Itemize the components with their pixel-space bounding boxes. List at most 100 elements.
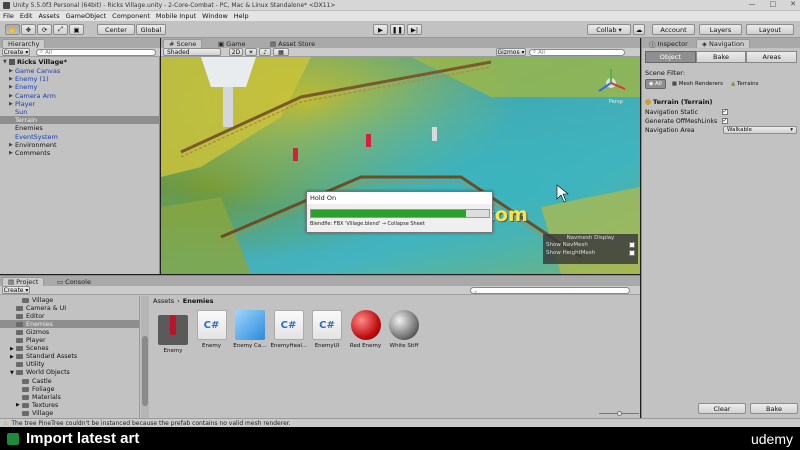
show-heightmesh-row[interactable]: Show HeightMesh	[543, 249, 638, 257]
project-folder-item[interactable]: Utility	[0, 361, 139, 369]
status-bar[interactable]: ⚠ The tree PineTree couldn't be instance…	[0, 418, 800, 427]
bake-button[interactable]: Bake	[750, 403, 798, 414]
account-dropdown[interactable]: Account	[652, 24, 695, 35]
project-folder-item[interactable]: Player	[0, 337, 139, 345]
orientation-gizmo[interactable]: Persp	[591, 67, 631, 109]
asset-item[interactable]: C# Enemy	[194, 310, 230, 349]
asset-item[interactable]: Red Enemy	[348, 310, 384, 349]
project-folder-item[interactable]: Castle	[0, 377, 139, 385]
project-folder-item[interactable]: Materials	[0, 393, 139, 401]
rotate-tool-button[interactable]: ⟳	[37, 24, 52, 35]
project-folder-item[interactable]: Editor	[0, 312, 139, 320]
pivot-center-button[interactable]: Center	[97, 24, 135, 35]
expand-arrow-icon[interactable]: ▶	[9, 142, 14, 148]
thumbnail-size-slider[interactable]	[599, 411, 639, 416]
hierarchy-item[interactable]: ▶ Enemy	[0, 83, 160, 91]
asset-item[interactable]: C# EnemyUI	[309, 310, 345, 349]
tab-scene[interactable]: # Scene	[163, 39, 203, 48]
expand-arrow-icon[interactable]: ▶	[9, 84, 14, 90]
expand-arrow-icon[interactable]: ▶	[9, 150, 14, 156]
project-folder-item[interactable]: Gizmos	[0, 328, 139, 336]
menu-window[interactable]: Window	[202, 12, 228, 20]
subtab-areas[interactable]: Areas	[746, 51, 798, 63]
project-folder-item[interactable]: Foliage	[0, 385, 139, 393]
project-create-button[interactable]: Create ▾	[2, 286, 30, 294]
filter-all-button[interactable]: ◆ All	[645, 79, 666, 89]
tab-hierarchy[interactable]: Hierarchy	[2, 39, 46, 48]
show-navmesh-checkbox[interactable]: ✓	[629, 242, 635, 248]
close-button[interactable]: ✕	[790, 0, 796, 8]
pivot-global-button[interactable]: Global	[136, 24, 166, 35]
scene-search-input[interactable]: ⌕ All	[529, 49, 625, 56]
hierarchy-item[interactable]: ▶ Enemy (1)	[0, 75, 160, 83]
breadcrumb-enemies[interactable]: Enemies	[183, 297, 214, 305]
tab-asset-store[interactable]: ▤ Asset Store	[265, 39, 320, 48]
subtab-bake[interactable]: Bake	[695, 51, 747, 63]
hierarchy-item[interactable]: Sun	[0, 108, 160, 116]
project-folder-item[interactable]: Village	[0, 296, 139, 304]
menu-assets[interactable]: Assets	[38, 12, 59, 20]
project-folder-item[interactable]: ▶ Scenes	[0, 345, 139, 353]
2d-toggle[interactable]: 2D	[229, 48, 243, 56]
menu-file[interactable]: File	[3, 12, 14, 20]
offmesh-checkbox[interactable]: ✓	[722, 118, 728, 124]
filter-mesh-renderers-button[interactable]: ▦ Mesh Renderers	[670, 80, 725, 88]
effects-dropdown[interactable]: ▦	[273, 48, 289, 56]
layout-dropdown[interactable]: Layout	[746, 24, 794, 35]
project-folder-item[interactable]: Camera & UI	[0, 304, 139, 312]
pause-button[interactable]: ❚❚	[390, 24, 405, 35]
menu-component[interactable]: Component	[112, 12, 150, 20]
hierarchy-item[interactable]: ▶ Player	[0, 100, 160, 108]
shading-mode-dropdown[interactable]: Shaded	[163, 48, 221, 56]
filter-terrains-button[interactable]: ▲ Terrains	[729, 80, 760, 88]
hierarchy-search-input[interactable]: ⌕ All	[36, 49, 156, 56]
project-search-input[interactable]: ⌕	[470, 287, 630, 296]
menu-help[interactable]: Help	[234, 12, 249, 20]
layers-dropdown[interactable]: Layers	[699, 24, 742, 35]
maximize-button[interactable]: □	[770, 0, 777, 8]
tab-inspector[interactable]: ⓘ Inspector	[644, 39, 693, 49]
minimize-button[interactable]: —	[749, 0, 756, 8]
asset-item[interactable]: White Stiff	[386, 310, 422, 349]
breadcrumb-assets[interactable]: Assets	[153, 297, 174, 305]
slider-thumb[interactable]	[617, 411, 622, 416]
expand-arrow-icon[interactable]: ▶	[9, 101, 14, 107]
show-heightmesh-checkbox[interactable]	[629, 250, 635, 256]
expand-arrow-icon[interactable]: ▶	[9, 93, 14, 99]
hand-tool-button[interactable]: ✋	[5, 24, 20, 35]
menu-mobile-input[interactable]: Mobile Input	[156, 12, 196, 20]
scrollbar-thumb[interactable]	[142, 336, 148, 406]
cloud-button[interactable]: ☁	[633, 24, 645, 35]
menu-edit[interactable]: Edit	[20, 12, 33, 20]
tab-console[interactable]: ▭ Console	[52, 277, 96, 286]
asset-item[interactable]: C# EnemyHeal…	[271, 310, 307, 349]
scene-viewport[interactable]: Persp Navmesh Display Show NavMesh ✓ Sho…	[161, 57, 640, 274]
move-tool-button[interactable]: ✥	[21, 24, 36, 35]
tab-navigation[interactable]: ◈ Navigation	[696, 39, 751, 48]
show-navmesh-row[interactable]: Show NavMesh ✓	[543, 241, 638, 249]
subtab-object[interactable]: Object	[645, 51, 696, 63]
hierarchy-item[interactable]: Terrain	[0, 116, 160, 125]
tab-game[interactable]: ▣ Game	[213, 39, 251, 48]
menu-gameobject[interactable]: GameObject	[66, 12, 107, 20]
audio-toggle[interactable]: ♪	[259, 48, 271, 56]
step-button[interactable]: ▶|	[407, 24, 422, 35]
hierarchy-scene-root[interactable]: ▼ Ricks Village*	[0, 58, 160, 66]
project-folder-item[interactable]: ▼ World Objects	[0, 369, 139, 377]
rect-tool-button[interactable]: ▣	[69, 24, 84, 35]
navigation-static-checkbox[interactable]: ✓	[722, 109, 728, 115]
project-folder-item[interactable]: ▶ Textures	[0, 401, 139, 409]
collab-button[interactable]: Collab ▾	[587, 24, 631, 35]
hierarchy-item[interactable]: ▶ Environment	[0, 141, 160, 149]
navigation-area-dropdown[interactable]: Walkable ▾	[723, 126, 797, 134]
project-folder-item[interactable]: ▶ Standard Assets	[0, 353, 139, 361]
expand-arrow-icon[interactable]: ▶	[9, 68, 14, 74]
hierarchy-item[interactable]: ▶ Game Canvas	[0, 67, 160, 75]
project-folder-item[interactable]: Enemies	[0, 320, 139, 329]
hierarchy-item[interactable]: ▶ Comments	[0, 149, 160, 157]
tab-project[interactable]: ▤ Project	[2, 277, 45, 286]
asset-item[interactable]: Enemy	[155, 310, 191, 354]
lighting-toggle[interactable]: ☀	[245, 48, 257, 56]
hierarchy-item[interactable]: EventSystem	[0, 133, 160, 141]
play-button[interactable]: ▶	[373, 24, 388, 35]
